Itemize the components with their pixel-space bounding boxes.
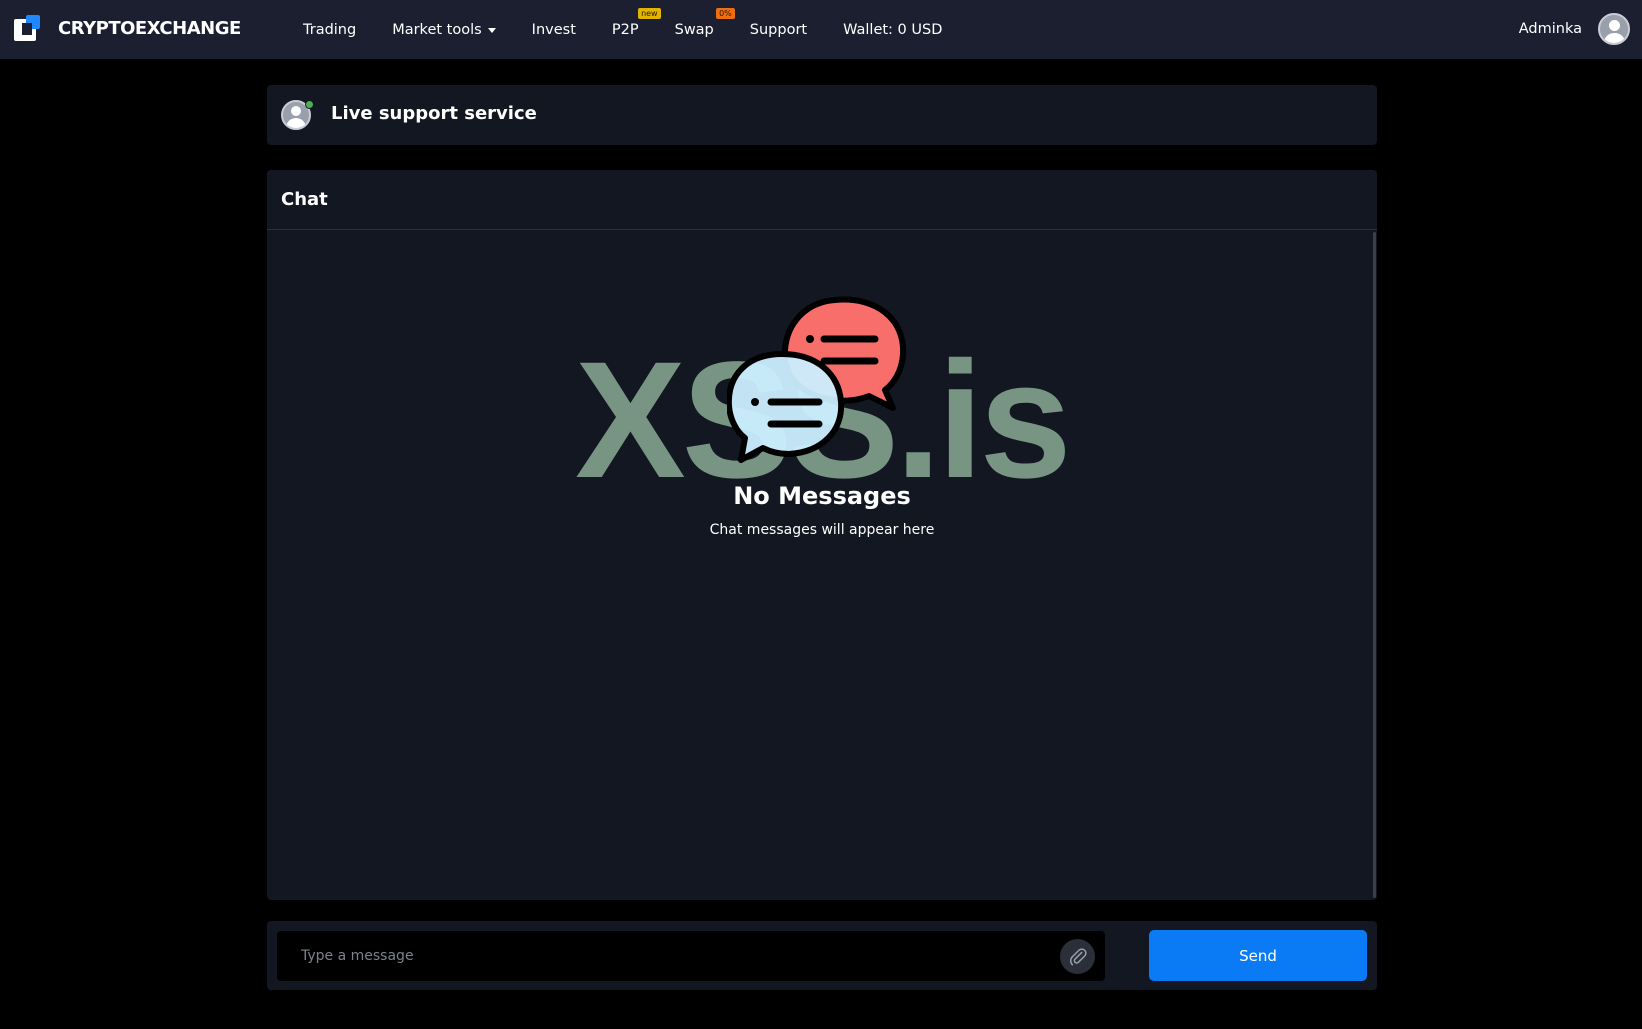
top-navbar: CRYPTOEXCHANGE Trading Market tools Inve…	[0, 0, 1642, 59]
wallet-balance: Wallet: 0 USD	[843, 21, 943, 38]
nav-item-label: Support	[749, 21, 808, 38]
nav-item-label: Trading	[303, 21, 357, 38]
nav-item-invest[interactable]: Invest	[532, 22, 576, 38]
empty-state-title: No Messages	[733, 482, 911, 510]
new-badge: new	[638, 7, 661, 19]
main-nav: Trading Market tools Invest P2P new Swap…	[303, 0, 978, 59]
nav-item-label: Swap	[674, 21, 714, 38]
send-button[interactable]: Send	[1149, 930, 1367, 981]
nav-item-label: Invest	[531, 21, 576, 38]
user-name: Adminka	[1518, 21, 1582, 37]
nav-item-label: Market tools	[392, 21, 482, 38]
brand-link[interactable]: CRYPTOEXCHANGE	[14, 15, 241, 41]
chat-empty-state: XSS.is No Messages Chat messages will ap…	[267, 230, 1377, 900]
nav-item-trading[interactable]: Trading	[303, 22, 356, 38]
support-header-card: Live support service	[267, 85, 1377, 145]
nav-item-swap[interactable]: Swap 0%	[674, 7, 735, 38]
nav-item-wallet[interactable]: Wallet: 0 USD	[843, 22, 942, 38]
zero-percent-badge: 0%	[716, 7, 735, 19]
chat-bubbles-icon	[727, 296, 907, 463]
user-avatar-icon[interactable]	[1598, 13, 1630, 45]
paperclip-icon	[1069, 947, 1087, 965]
chat-panel: Chat XSS.is No Messages Chat messages wi…	[267, 170, 1377, 900]
message-composer: Send	[267, 921, 1377, 990]
brand-name: CRYPTOEXCHANGE	[58, 17, 241, 39]
support-title: Live support service	[331, 103, 537, 124]
user-menu[interactable]: Adminka	[1519, 13, 1630, 45]
message-input[interactable]	[301, 931, 1041, 981]
chat-header: Chat	[267, 170, 1377, 230]
nav-item-p2p[interactable]: P2P new	[611, 7, 661, 38]
empty-state-subtitle: Chat messages will appear here	[709, 522, 935, 538]
online-status-indicator	[305, 100, 314, 109]
chat-title: Chat	[281, 189, 328, 210]
nav-item-market-tools[interactable]: Market tools	[392, 21, 496, 38]
message-input-wrapper	[277, 931, 1105, 981]
caret-down-icon	[487, 28, 496, 33]
nav-item-support[interactable]: Support	[750, 22, 807, 38]
attach-button[interactable]	[1060, 939, 1095, 974]
cryptoexchange-logo-icon	[14, 15, 40, 41]
nav-item-label: P2P	[611, 21, 639, 38]
